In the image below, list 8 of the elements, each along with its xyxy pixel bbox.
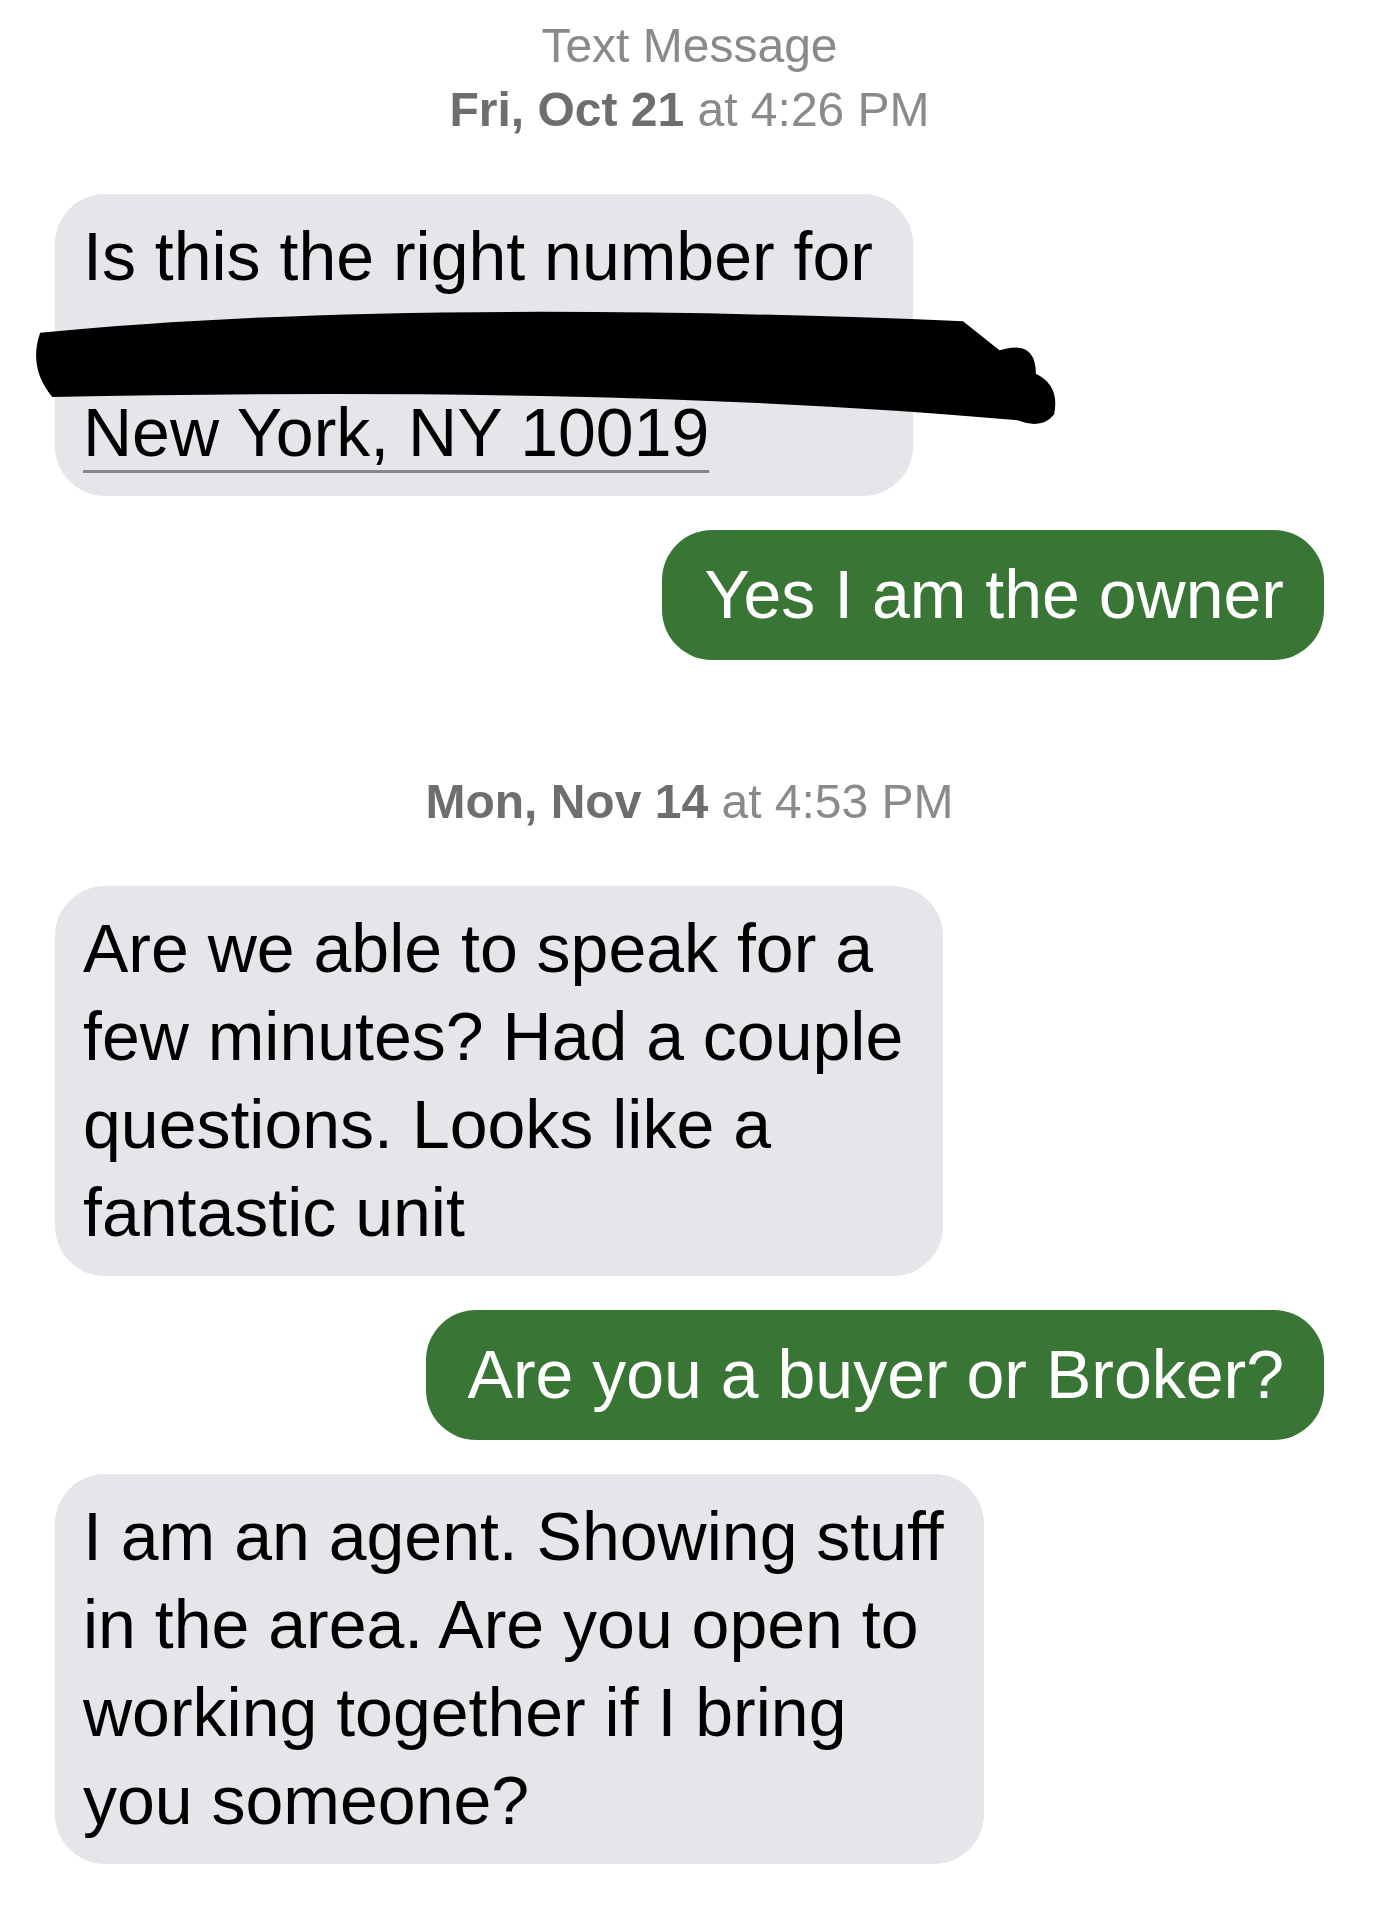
sent-message-bubble: Are you a buyer or Broker? — [425, 1310, 1324, 1440]
received-message-bubble: Are we able to speak for a few minutes? Had a couple questions. Looks like a fantastic unit — [55, 886, 944, 1276]
message-timestamp: Mon, Nov 14 at 4:53 PM — [425, 774, 954, 830]
received-message-bubble: I am an agent. Showing stuff in the area. Are you open to working together if I bring you someone? — [55, 1474, 984, 1864]
message-timestamp: Fri, Oct 21 at 4:26 PM — [449, 82, 930, 138]
conversation-title: Text Message — [541, 18, 838, 74]
sent-message-bubble: Yes I am the owner — [662, 530, 1324, 660]
address-link[interactable]: New York, NY 10019 — [83, 394, 710, 470]
